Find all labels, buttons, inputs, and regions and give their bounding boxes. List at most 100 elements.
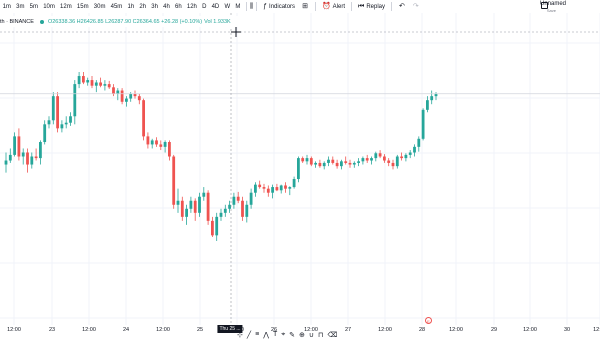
candle-body [211,220,214,236]
zoom-tool-icon[interactable]: ⊕ [299,331,305,339]
interval-1m[interactable]: 1m [0,4,14,10]
candle-body [163,142,167,147]
candle-body [168,142,171,157]
candle-body [223,208,227,213]
toolbar-divider [256,2,258,11]
indicators-button[interactable]: ƒ Indicators [260,3,298,10]
candle-body [215,216,219,236]
interval-10m[interactable]: 10m [41,4,58,10]
interval-W[interactable]: W [222,4,233,10]
candle-body [8,154,12,161]
interval-12h[interactable]: 12h [184,4,199,10]
interval-3m[interactable]: 3m [14,4,28,10]
trash-tool-icon[interactable]: ⌫ [328,331,338,339]
interval-4h[interactable]: 4h [161,4,173,10]
undo-icon[interactable]: ↶ [399,3,405,10]
candle-body [271,187,274,193]
candle-body [112,87,115,94]
x-axis-label: 12:00 [593,327,600,333]
candle-body [421,109,425,139]
candle-body [77,76,81,85]
candle-body [73,84,77,117]
x-axis-label: 29 [490,327,498,333]
interval-15m[interactable]: 15m [74,4,91,10]
interval-2h[interactable]: 2h [137,4,149,10]
cursor-tool-icon[interactable]: ⊹ [237,331,243,339]
candle-body [395,156,399,167]
candle-body [352,162,356,165]
candle-body [176,200,180,205]
replay-button[interactable]: ⏮ Replay [355,3,388,10]
magnet-tool-icon[interactable]: ∪ [309,331,314,339]
candle-body [202,192,206,197]
interval-3h[interactable]: 3h [149,4,161,10]
candle-body [378,153,382,157]
interval-6h[interactable]: 6h [172,4,184,10]
fib-tool-icon[interactable]: ≡ [255,331,259,338]
layout-name[interactable]: Unnamed [540,1,566,7]
candle-body [305,158,309,162]
candle-body [60,124,64,129]
interval-1h[interactable]: 1h [125,4,137,10]
candle-body [374,153,378,159]
candle-body [155,140,158,145]
candle-body [344,161,348,163]
interval-D[interactable]: D [199,4,209,10]
candle-body [413,146,416,153]
candle-body [39,142,42,159]
trendline-tool-icon[interactable]: ╱ [247,331,251,339]
price-chart[interactable] [0,13,600,325]
text-tool-icon[interactable]: T [273,331,277,338]
candle-body [314,162,317,165]
interval-M[interactable]: M [233,4,243,10]
candle-body [309,158,313,165]
candle-body [129,93,133,99]
candle-body [417,138,421,147]
candle-body [297,158,300,180]
candle-body [279,185,283,191]
interval-12m[interactable]: 12m [57,4,74,10]
candle-body [193,200,197,213]
interval-45m[interactable]: 45m [108,4,125,10]
candle-body [125,98,128,102]
x-axis-label: 12:00 [156,327,170,333]
layout-grid-icon[interactable]: ⊞ [302,3,308,10]
candle-body [30,156,34,165]
candle-body [107,84,111,88]
candle-body [137,96,141,101]
pattern-tool-icon[interactable]: ⋀ [263,331,269,339]
candle-body [99,82,102,86]
candle-body [361,158,365,162]
x-axis-label: 27 [344,327,352,333]
interval-4D[interactable]: 4D [209,4,222,10]
candle-body [34,156,38,159]
top-toolbar: 1m 3m 5m 10m 12m 15m 30m 45m 1h 2h 3h 4h 6h 12h D 4D W M … [0,0,600,13]
interval-30m[interactable]: 30m [91,4,108,10]
redo-icon[interactable]: ↷ [413,3,419,10]
candle-body [13,136,16,155]
x-axis-label: 12:00 [523,327,537,333]
x-axis-label: 12:00 [7,327,21,333]
candle-body [331,159,335,163]
candle-body [340,161,343,167]
candle-body [426,100,429,110]
volume-value: Vol 1.933K [204,18,231,25]
interval-5m[interactable]: 5m [27,4,41,10]
symbol-name[interactable]: th · BINANCE [0,19,34,25]
measure-tool-icon[interactable]: ⌖ [281,331,285,338]
alert-button[interactable]: ⏰ Alert [319,3,348,10]
indicators-icon: ƒ [263,3,268,10]
candle-body [249,192,253,205]
candle-body [236,196,240,201]
candle-body [172,156,176,205]
lock-tool-icon[interactable]: ⊓ [318,331,323,339]
toolbar-divider [314,2,316,11]
candle-body [430,96,434,101]
candles-icon[interactable]: ⫼ [250,3,253,10]
replay-icon: ⏮ [358,3,365,10]
brush-tool-icon[interactable]: ✎ [289,331,295,339]
candle-body [370,158,373,161]
alarm-icon: ⏰ [321,3,331,10]
candle-body [383,156,386,161]
event-marker-icon[interactable]: E [425,317,432,324]
